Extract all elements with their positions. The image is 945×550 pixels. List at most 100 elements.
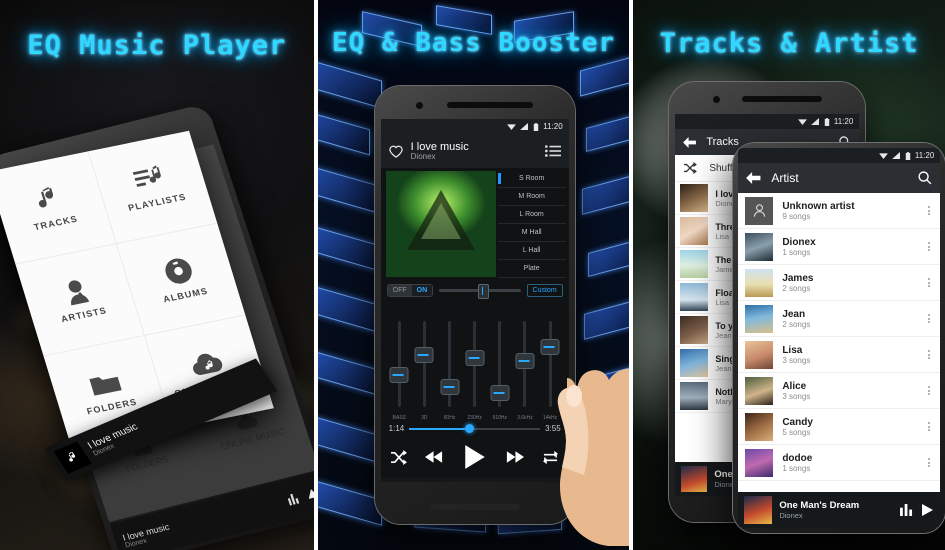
shuffle-icon (684, 162, 698, 174)
eq-band-label: 60Hz (443, 415, 456, 421)
eq-band-thumb[interactable] (440, 379, 459, 395)
signal-icon (520, 123, 529, 130)
artist-song-count: 3 songs (782, 355, 811, 365)
overflow-menu-icon[interactable] (925, 275, 933, 290)
artist-row[interactable]: Candy 5 songs (738, 409, 941, 445)
eq-band[interactable]: 60Hz (440, 321, 459, 421)
eq-band[interactable]: 910Hz (490, 321, 510, 421)
transport-controls (380, 436, 569, 478)
play-icon (308, 489, 314, 499)
battery-icon (533, 122, 539, 131)
equalizer-icon[interactable] (900, 504, 913, 516)
artist-row[interactable]: Dionex 1 songs (738, 229, 941, 265)
eq-band-thumb[interactable] (490, 385, 510, 401)
artist-row[interactable]: Jean 2 songs (738, 301, 941, 337)
repeat-icon[interactable] (542, 450, 559, 465)
bass-boost-slider[interactable] (439, 284, 521, 299)
preset-label: L Room (519, 211, 544, 218)
eq-band-thumb[interactable] (389, 367, 409, 383)
previous-icon[interactable] (425, 450, 444, 464)
custom-preset-button[interactable]: Custom (526, 284, 563, 297)
eq-band-thumb[interactable] (515, 353, 535, 369)
eq-band-label: 910Hz (492, 415, 507, 421)
phone-mockup-artist: 11:20 Artist Unknown artist 9 songs Dion… (733, 143, 945, 533)
menu-label: ARTISTS (59, 305, 109, 325)
queue-list-icon[interactable] (544, 145, 561, 157)
heart-icon[interactable] (388, 145, 403, 158)
search-icon[interactable] (918, 171, 932, 185)
bass-boost-knob[interactable] (478, 284, 490, 299)
phone-mockup-player: 11:20 I love music Dionex S Room M Room … (374, 86, 575, 524)
preset-label: M Room (518, 193, 545, 200)
overflow-menu-icon[interactable] (925, 203, 933, 218)
eq-band[interactable]: 3D (414, 321, 434, 421)
track-artwork (680, 382, 709, 410)
overflow-menu-icon[interactable] (925, 455, 933, 470)
ghost-label: ONLINE MUSIC (219, 425, 286, 452)
next-icon[interactable] (505, 450, 525, 464)
seek-bar[interactable] (409, 423, 541, 433)
artist-song-count: 5 songs (782, 427, 811, 437)
preset-item[interactable]: L Hall (497, 242, 566, 260)
player-screen: 11:20 I love music Dionex S Room M Room … (380, 119, 569, 482)
playlist-icon (132, 164, 169, 195)
signal-icon (892, 152, 900, 159)
artist-row[interactable]: James 2 songs (738, 265, 941, 301)
eq-toggle[interactable]: OFF ON (386, 284, 434, 297)
artist-song-count: 3 songs (782, 391, 811, 401)
preset-item[interactable]: S Room (497, 170, 566, 188)
overflow-menu-icon[interactable] (925, 383, 933, 398)
battery-icon (824, 117, 830, 126)
menu-label: ALBUMS (162, 286, 210, 305)
artist-mini-player[interactable]: One Man's Dream Dionex (738, 492, 941, 528)
preset-item[interactable]: Plate (497, 260, 566, 278)
overflow-menu-icon[interactable] (925, 347, 933, 362)
shuffle-icon[interactable] (390, 449, 407, 465)
overflow-menu-icon[interactable] (925, 311, 933, 326)
eq-band[interactable]: BASS (389, 321, 409, 421)
eq-band[interactable]: 230Hz (465, 321, 485, 421)
seek-bar-row: 1:14 3:55 (380, 421, 569, 436)
eq-band-label: 3.6kHz (517, 415, 533, 421)
artist-name: Lisa (782, 344, 803, 356)
eq-toggle-on[interactable]: ON (411, 285, 433, 296)
status-bar: 11:20 (738, 148, 941, 163)
now-playing-artist: Dionex (410, 151, 436, 161)
artist-row[interactable]: Alice 3 songs (738, 373, 941, 409)
earpiece-speaker (447, 102, 534, 108)
eq-band-thumb[interactable] (540, 339, 560, 355)
back-arrow-icon[interactable] (683, 136, 697, 148)
play-icon[interactable] (920, 503, 934, 517)
folder-icon (87, 370, 124, 399)
artist-song-count: 9 songs (782, 211, 811, 221)
overflow-menu-icon[interactable] (925, 239, 933, 254)
back-arrow-icon[interactable] (746, 172, 761, 184)
track-artwork (680, 217, 709, 245)
artist-name: Jean (782, 308, 806, 320)
overflow-menu-icon[interactable] (925, 419, 933, 434)
preset-item[interactable]: M Hall (497, 224, 566, 242)
artist-row[interactable]: dodoe 1 songs (738, 445, 941, 481)
artist-row[interactable]: Lisa 3 songs (738, 337, 941, 373)
equalizer-bands: BASS 3D 60Hz 230Hz 910Hz 3.6kHz 14kHz (380, 301, 569, 421)
preset-item[interactable]: L Room (497, 206, 566, 224)
microphone-icon (60, 277, 94, 307)
status-time: 11:20 (833, 117, 854, 126)
artist-avatar (745, 232, 774, 261)
eq-band-thumb[interactable] (465, 350, 485, 366)
ghost-label: FOLDERS (124, 454, 170, 475)
play-icon[interactable] (463, 444, 487, 470)
status-time: 11:20 (543, 122, 563, 131)
seek-thumb[interactable] (465, 423, 475, 433)
eq-band-thumb[interactable] (414, 347, 434, 363)
track-artwork (680, 184, 709, 212)
now-playing-bar: I love music Dionex (380, 134, 569, 168)
eq-toggle-off[interactable]: OFF (387, 285, 412, 296)
eq-band[interactable]: 14kHz (540, 321, 560, 421)
menu-label: TRACKS (32, 213, 79, 232)
artist-row[interactable]: Unknown artist 9 songs (738, 193, 941, 229)
preset-item[interactable]: M Room (497, 188, 566, 206)
eq-band[interactable]: 3.6kHz (515, 321, 535, 421)
artist-avatar (745, 340, 774, 369)
track-artwork (680, 349, 709, 377)
